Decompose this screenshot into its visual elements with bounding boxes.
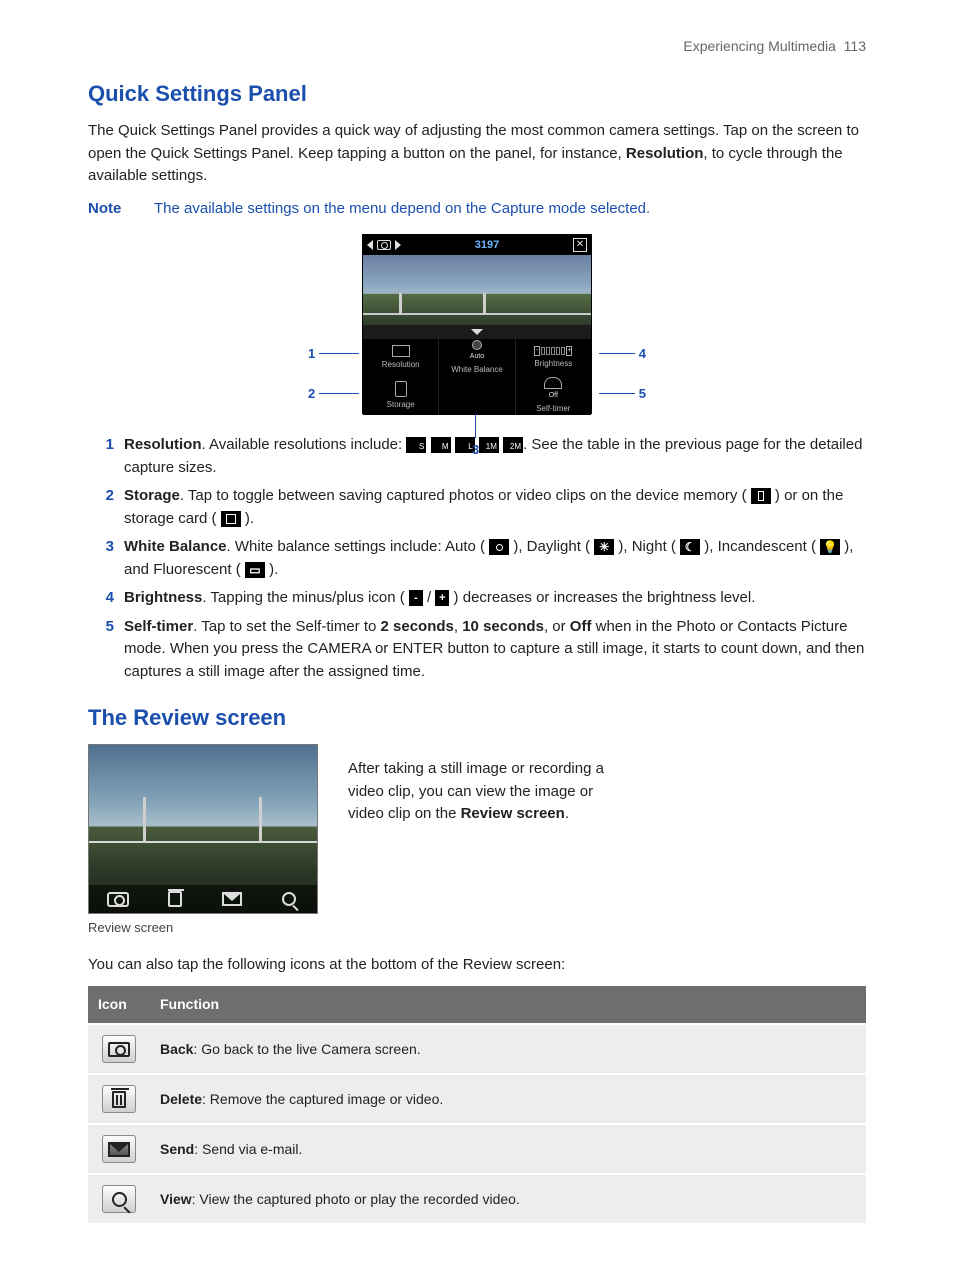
callout-1: 1: [308, 344, 359, 364]
delete-icon: [163, 890, 187, 908]
panel-empty: [439, 377, 515, 415]
callout-3: 3: [472, 414, 479, 460]
table-row: View: View the captured photo or play th…: [88, 1174, 866, 1223]
shots-remaining: 3197: [475, 237, 499, 254]
storage-card-icon: [221, 511, 241, 527]
panel-white-balance: Auto White Balance: [439, 339, 515, 377]
selftimer-icon: [544, 377, 562, 389]
settings-list: 1 Resolution. Available resolutions incl…: [88, 434, 866, 683]
callout-5: 5: [599, 384, 646, 404]
col-function: Function: [150, 986, 866, 1024]
item-brightness: 4 Brightness. Tapping the minus/plus ico…: [88, 587, 866, 610]
item-selftimer: 5 Self-timer. Tap to set the Self-timer …: [88, 616, 866, 684]
review-icons-table: Icon Function Back: Go back to the live …: [88, 986, 866, 1223]
review-paragraph: After taking a still image or recording …: [348, 758, 608, 826]
res-2m-icon: 2M: [503, 437, 523, 453]
res-1m-icon: 1M: [479, 437, 499, 453]
item-white-balance: 3 White Balance. White balance settings …: [88, 536, 866, 581]
view-icon: [277, 890, 301, 908]
delete-icon: [102, 1085, 136, 1113]
send-icon: [102, 1135, 136, 1163]
back-icon: [106, 890, 130, 908]
callout-2: 2: [308, 384, 359, 404]
prev-mode-icon: [367, 240, 373, 250]
device-memory-icon: [751, 488, 771, 504]
close-icon: ✕: [573, 238, 587, 252]
wb-fluorescent-icon: ▭: [245, 562, 265, 578]
item-storage: 2 Storage. Tap to toggle between saving …: [88, 485, 866, 530]
camera-mode-icon: [377, 240, 391, 250]
panel-brightness: - + Brightness: [516, 339, 591, 377]
col-icon: Icon: [88, 986, 150, 1024]
table-row: Back: Go back to the live Camera screen.: [88, 1024, 866, 1074]
minus-icon: -: [534, 346, 540, 356]
panel-handle: [363, 325, 591, 339]
review-figure-row: Review screen After taking a still image…: [88, 744, 866, 948]
back-icon: [102, 1035, 136, 1063]
panel-storage: Storage: [363, 377, 439, 415]
table-row: Send: Send via e-mail.: [88, 1124, 866, 1174]
review-lead: You can also tap the following icons at …: [88, 954, 866, 977]
view-icon: [102, 1185, 136, 1213]
panel-selftimer: Off Self-timer: [516, 377, 591, 415]
quick-settings-figure: 3197 ✕ Resolution Auto White Balance: [88, 234, 866, 414]
send-icon: [220, 890, 244, 908]
resolution-icon: [392, 345, 410, 357]
wb-daylight-icon: ☀: [594, 539, 614, 555]
header-page: 113: [844, 38, 866, 54]
header-section: Experiencing Multimedia: [683, 38, 836, 54]
note-text: The available settings on the menu depen…: [154, 198, 650, 221]
plus-icon: +: [566, 346, 572, 356]
wb-auto-icon: [489, 539, 509, 555]
chevron-down-icon: [471, 329, 483, 335]
review-caption: Review screen: [88, 918, 318, 938]
minus-icon: -: [409, 590, 423, 606]
note-label: Note: [88, 198, 136, 221]
table-row: Delete: Remove the captured image or vid…: [88, 1074, 866, 1124]
viewfinder-preview: [363, 255, 591, 325]
wb-night-icon: ☾: [680, 539, 700, 555]
panel-resolution: Resolution: [363, 339, 439, 377]
quick-settings-screen: 3197 ✕ Resolution Auto White Balance: [362, 234, 592, 414]
wb-incandescent-icon: 💡: [820, 539, 840, 555]
page-header: Experiencing Multimedia 113: [88, 36, 866, 57]
res-s-icon: S: [406, 437, 426, 453]
callout-4: 4: [599, 344, 646, 364]
storage-icon: [395, 381, 407, 397]
table-header-row: Icon Function: [88, 986, 866, 1024]
res-m-icon: M: [431, 437, 451, 453]
heading-review-screen: The Review screen: [88, 701, 866, 734]
review-screenshot: [88, 744, 318, 914]
heading-quick-settings: Quick Settings Panel: [88, 77, 866, 110]
next-mode-icon: [395, 240, 401, 250]
plus-icon: +: [435, 590, 449, 606]
wb-auto-icon: [472, 340, 482, 350]
note-row: Note The available settings on the menu …: [88, 198, 866, 221]
intro-paragraph: The Quick Settings Panel provides a quic…: [88, 120, 866, 188]
